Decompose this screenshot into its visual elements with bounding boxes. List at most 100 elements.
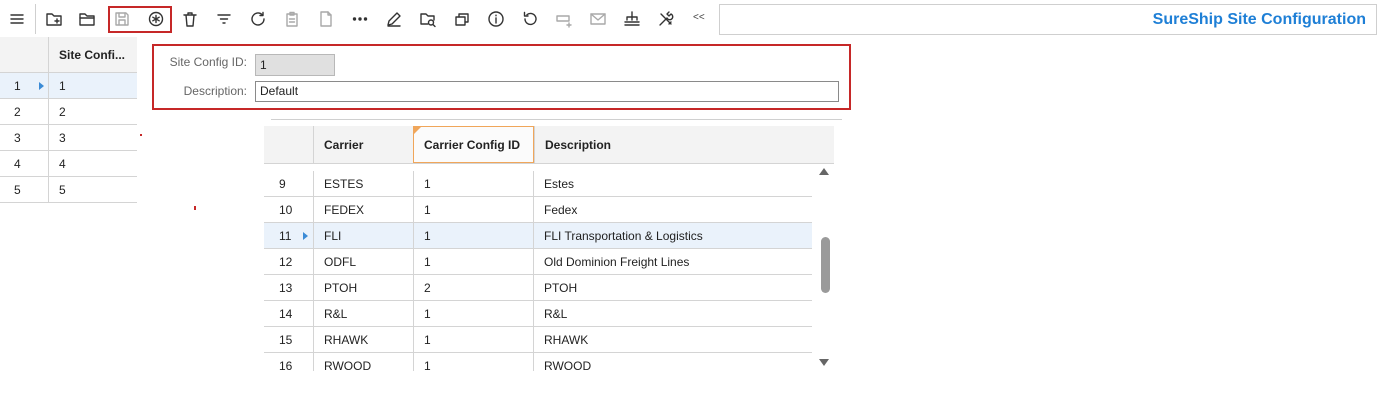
table-row[interactable]: 16 RWOOD 1 RWOOD xyxy=(264,353,812,371)
description-cell: Estes xyxy=(533,171,812,196)
vertical-scrollbar[interactable] xyxy=(814,163,834,371)
carrier-column-header[interactable]: Carrier xyxy=(313,126,413,163)
description-cell: RWOOD xyxy=(533,353,812,371)
carrier-grid-body: 9 ESTES 1 Estes 10 FEDEX 1 Fedex 11 FLI … xyxy=(264,171,812,371)
row-number: 13 xyxy=(279,280,293,295)
collapse-button[interactable]: << xyxy=(693,12,705,23)
new-folder-icon[interactable] xyxy=(43,8,65,30)
table-row[interactable]: 12 ODFL 1 Old Dominion Freight Lines xyxy=(264,249,812,275)
description-cell: Old Dominion Freight Lines xyxy=(533,249,812,274)
document-icon[interactable] xyxy=(315,8,337,30)
site-config-row-4[interactable]: 4 4 xyxy=(0,151,137,177)
site-config-row-5[interactable]: 5 5 xyxy=(0,177,137,203)
scroll-down-icon[interactable] xyxy=(819,359,829,366)
add-row-icon[interactable] xyxy=(553,8,575,30)
row-number: 11 xyxy=(264,223,313,248)
description-cell: PTOH xyxy=(533,275,812,300)
description-cell: FLI Transportation & Logistics xyxy=(533,223,812,248)
red-marker xyxy=(194,206,196,210)
filter-icon[interactable] xyxy=(213,8,235,30)
site-config-row-1[interactable]: 1 1 xyxy=(0,73,137,99)
open-folder-icon[interactable] xyxy=(76,8,98,30)
row-number: 12 xyxy=(279,254,293,269)
table-row[interactable]: 10 FEDEX 1 Fedex xyxy=(264,197,812,223)
table-row[interactable]: 9 ESTES 1 Estes xyxy=(264,171,812,197)
carrier-config-id-column-label: Carrier Config ID xyxy=(424,137,521,152)
tools-icon[interactable] xyxy=(655,8,677,30)
site-config-value: 2 xyxy=(59,104,66,119)
site-config-id-field[interactable]: 1 xyxy=(255,54,335,76)
section-divider xyxy=(271,119,842,120)
row-number: 3 xyxy=(0,125,49,150)
carrier-config-id-cell: 1 xyxy=(413,327,533,352)
toolbar: << SureShip Site Configuration xyxy=(0,0,1377,38)
row-number: 5 xyxy=(0,177,49,202)
carrier-cell: R&L xyxy=(313,301,413,326)
carrier-cell: RWOOD xyxy=(313,353,413,371)
site-config-value: 4 xyxy=(59,156,66,171)
site-config-value: 5 xyxy=(59,182,66,197)
edit-icon[interactable] xyxy=(383,8,405,30)
description-column-header[interactable]: Description xyxy=(534,126,834,163)
mail-icon[interactable] xyxy=(587,8,609,30)
site-config-id-label: Site Config ID: xyxy=(169,55,247,69)
scroll-up-icon[interactable] xyxy=(819,168,829,175)
carrier-cell: FLI xyxy=(313,223,413,248)
refresh-icon[interactable] xyxy=(247,8,269,30)
selected-row-indicator-icon xyxy=(303,232,308,240)
description-field[interactable]: Default xyxy=(255,81,839,102)
site-config-row-3[interactable]: 3 3 xyxy=(0,125,137,151)
row-number-header xyxy=(0,37,49,72)
site-config-column-header[interactable]: Site Confi... xyxy=(49,37,137,72)
row-number: 15 xyxy=(279,332,293,347)
row-number: 16 xyxy=(279,358,293,372)
carrier-config-id-cell: 1 xyxy=(413,171,533,196)
row-number: 4 xyxy=(0,151,49,176)
site-config-row-2[interactable]: 2 2 xyxy=(0,99,137,125)
carrier-config-id-cell: 1 xyxy=(413,301,533,326)
info-icon[interactable] xyxy=(485,8,507,30)
selected-row-indicator-icon xyxy=(39,82,44,90)
hierarchy-icon[interactable] xyxy=(621,8,643,30)
save-icon[interactable] xyxy=(111,8,133,30)
new-record-icon[interactable] xyxy=(145,8,167,30)
title-bar: SureShip Site Configuration xyxy=(719,4,1377,35)
more-icon[interactable] xyxy=(349,8,371,30)
description-cell: Fedex xyxy=(533,197,812,222)
description-cell: RHAWK xyxy=(533,327,812,352)
table-row[interactable]: 11 FLI 1 FLI Transportation & Logistics xyxy=(264,223,812,249)
toolbar-divider xyxy=(35,4,36,34)
description-label: Description: xyxy=(183,84,247,98)
table-row[interactable]: 14 R&L 1 R&L xyxy=(264,301,812,327)
carrier-config-id-column-header[interactable]: Carrier Config ID xyxy=(413,126,534,163)
carrier-config-id-cell: 1 xyxy=(413,197,533,222)
table-row[interactable]: 15 RHAWK 1 RHAWK xyxy=(264,327,812,353)
carrier-grid-header: Carrier Carrier Config ID Description xyxy=(264,126,834,164)
menu-icon[interactable] xyxy=(6,8,28,30)
folder-search-icon[interactable] xyxy=(417,8,439,30)
copy-icon[interactable] xyxy=(451,8,473,30)
carrier-cell: ESTES xyxy=(313,171,413,196)
site-config-list-header: Site Confi... xyxy=(0,37,137,73)
carrier-cell: PTOH xyxy=(313,275,413,300)
table-row[interactable]: 13 PTOH 2 PTOH xyxy=(264,275,812,301)
undo-icon[interactable] xyxy=(519,8,541,30)
description-cell: R&L xyxy=(533,301,812,326)
clipboard-icon[interactable] xyxy=(281,8,303,30)
delete-icon[interactable] xyxy=(179,8,201,30)
carrier-cell: ODFL xyxy=(313,249,413,274)
site-config-list: Site Confi... 1 1 2 2 3 3 4 4 5 5 xyxy=(0,37,137,203)
red-marker xyxy=(140,134,142,136)
site-config-value: 1 xyxy=(59,78,66,93)
carrier-config-id-cell: 1 xyxy=(413,223,533,248)
scroll-thumb[interactable] xyxy=(821,237,830,293)
page-title: SureShip Site Configuration xyxy=(1152,11,1366,28)
carrier-config-id-cell: 1 xyxy=(413,353,533,371)
carrier-config-id-cell: 2 xyxy=(413,275,533,300)
carrier-config-id-cell: 1 xyxy=(413,249,533,274)
row-number: 10 xyxy=(279,202,293,217)
carrier-cell: FEDEX xyxy=(313,197,413,222)
row-number: 9 xyxy=(279,176,286,191)
sort-indicator-icon xyxy=(414,127,421,134)
carrier-grid: Carrier Carrier Config ID Description 9 … xyxy=(264,126,834,371)
